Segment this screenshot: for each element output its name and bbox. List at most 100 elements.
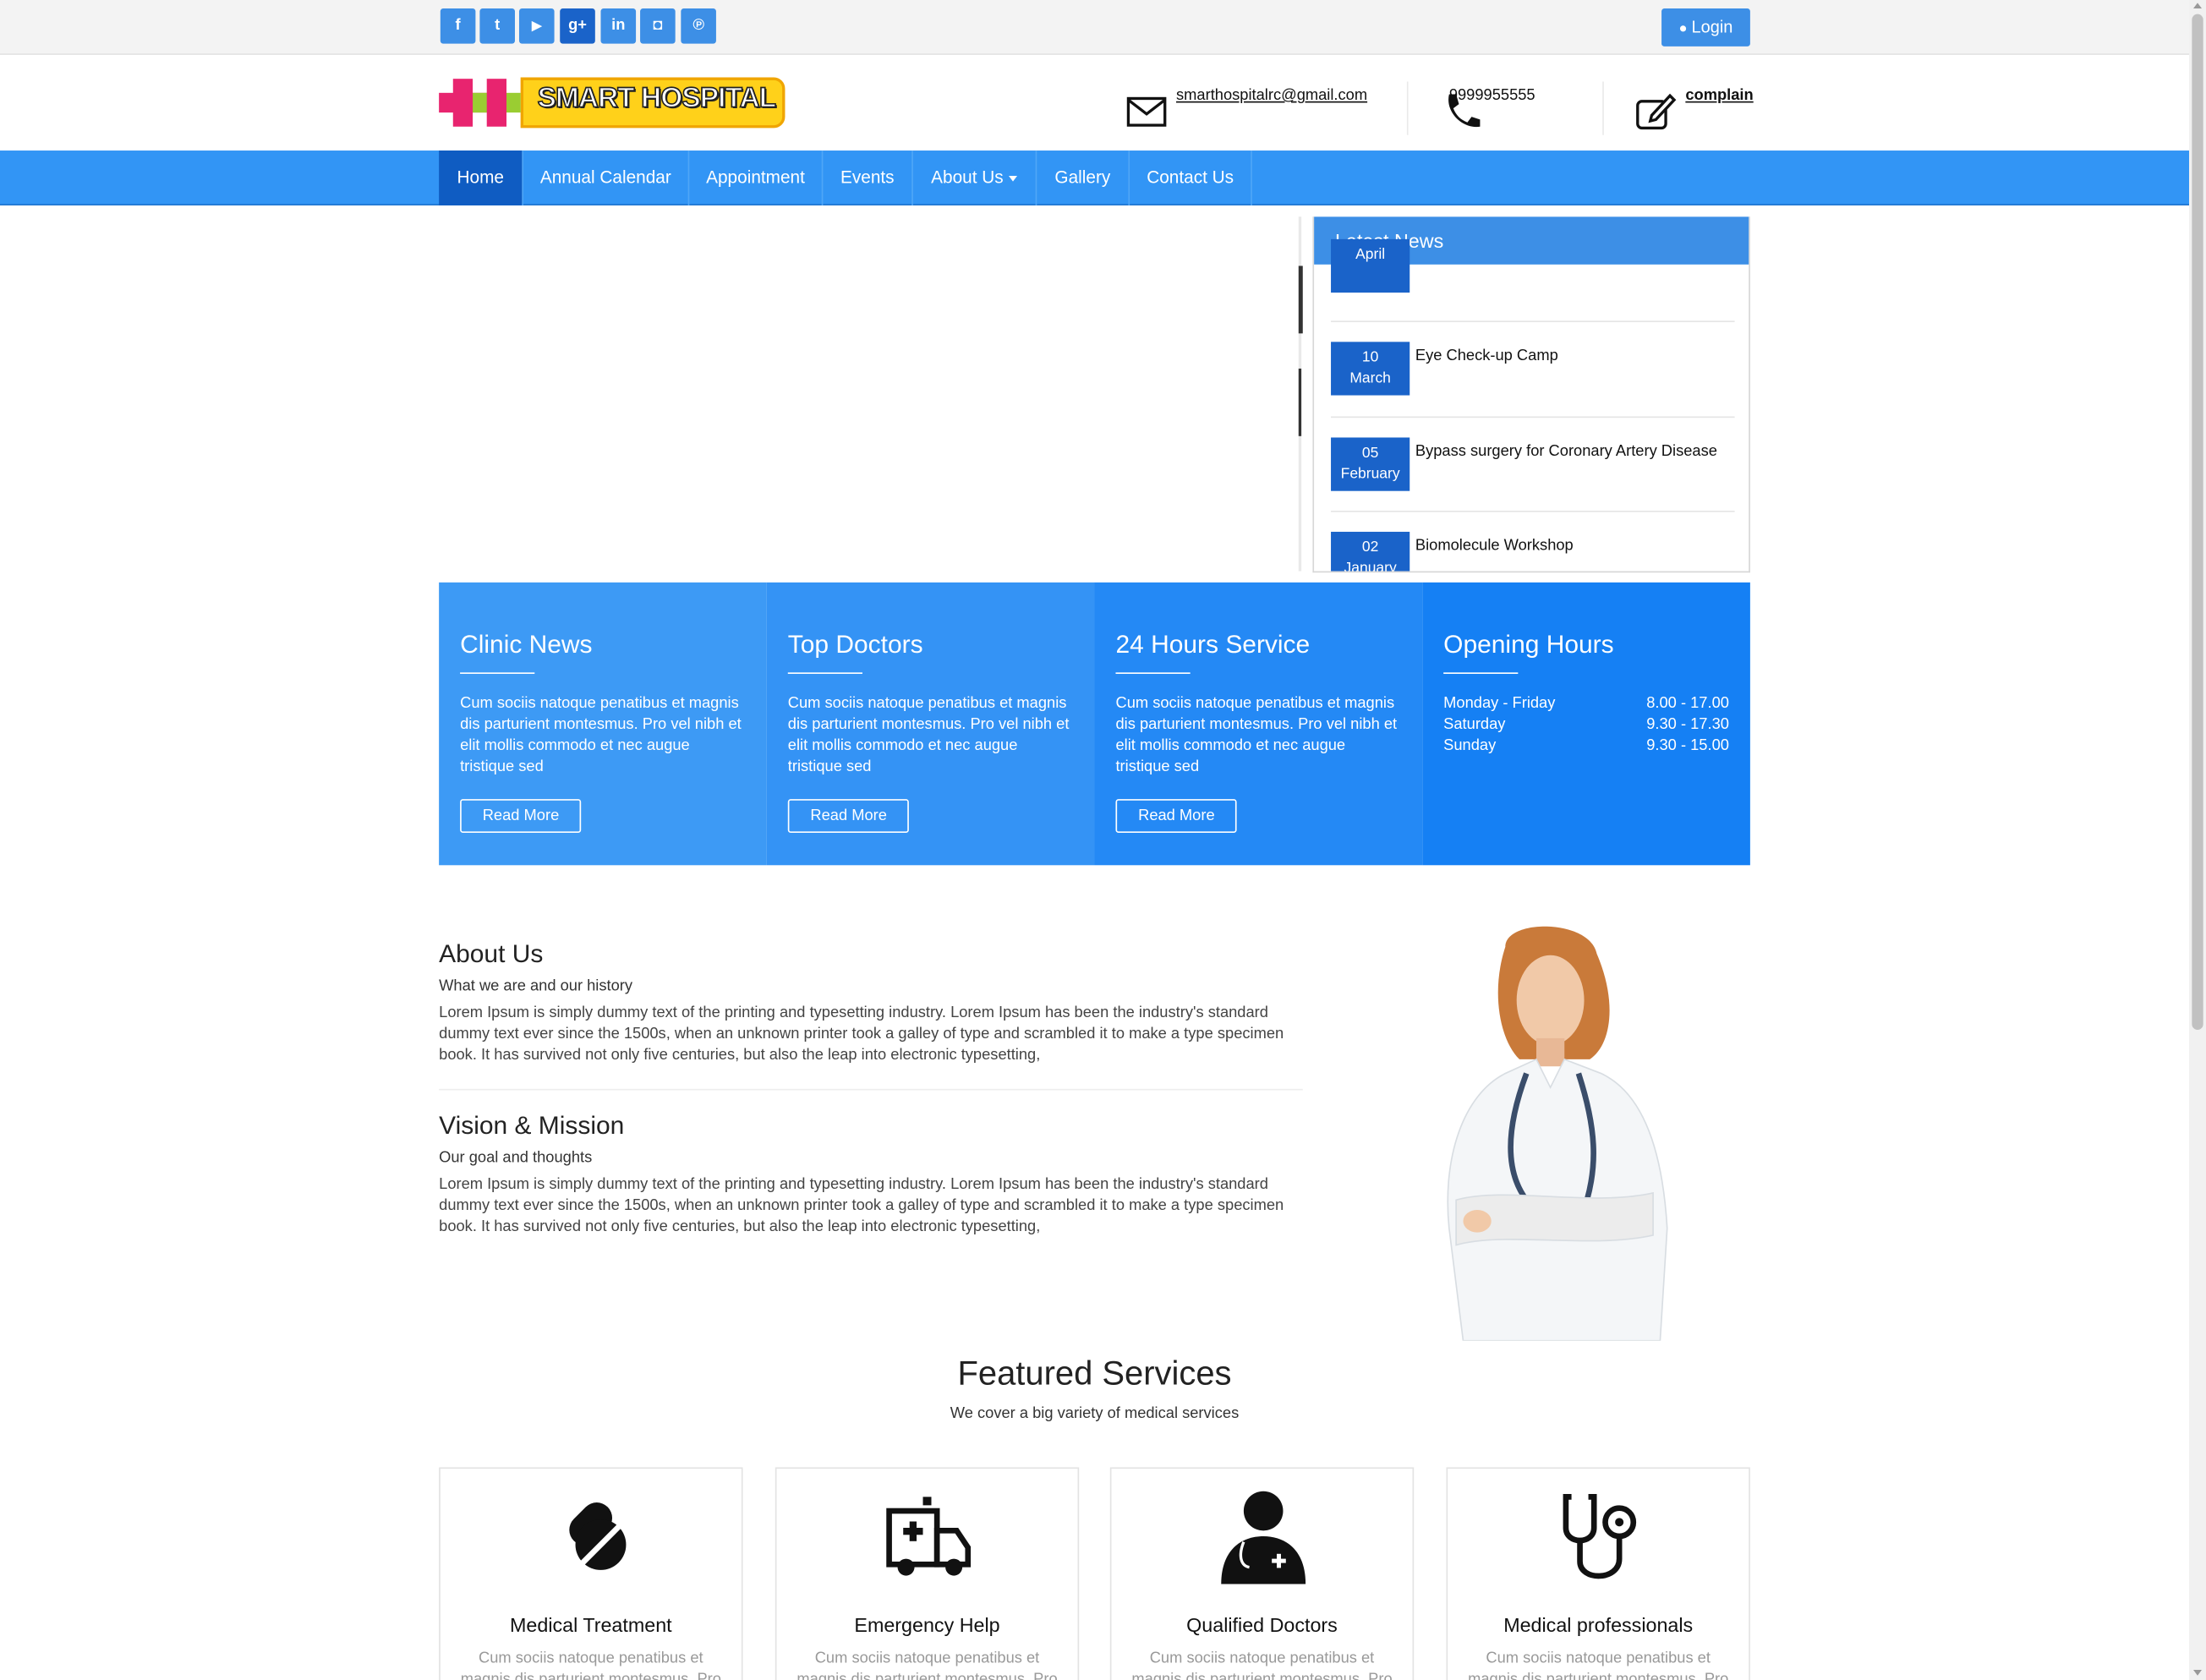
instagram-icon[interactable]: ◘ [640, 8, 676, 44]
featured-title: Featured Services [957, 1354, 1232, 1393]
login-button[interactable]: ● Login [1661, 8, 1750, 47]
service-card[interactable]: Medical Treatment Cum sociis natoque pen… [439, 1467, 743, 1680]
panel-text: Cum sociis natoque penatibus et magnis d… [460, 694, 742, 775]
news-item[interactable]: 02 January Biomolecule Workshop [1331, 531, 1735, 572]
panel-text: Cum sociis natoque penatibus et magnis d… [1115, 694, 1398, 775]
facebook-icon[interactable]: f [440, 8, 476, 44]
panel-top-doctors: Top Doctors Cum sociis natoque penatibus… [766, 582, 1095, 866]
featured-subtitle: We cover a big variety of medical servic… [950, 1405, 1240, 1423]
service-title: Qualified Doctors [1186, 1613, 1338, 1637]
read-more-button[interactable]: Read More [1115, 799, 1238, 834]
mail-icon [1126, 96, 1167, 127]
title-underline [1115, 672, 1191, 675]
service-text: Cum sociis natoque penatibus et magnis d… [1131, 1650, 1393, 1680]
divider [1406, 81, 1409, 135]
news-month: April [1355, 246, 1386, 264]
news-date: April [1331, 238, 1410, 293]
news-month: March [1349, 369, 1391, 387]
read-more-button[interactable]: Read More [460, 799, 582, 834]
news-date: 10 March [1331, 342, 1410, 396]
news-item[interactable]: April [1331, 238, 1735, 293]
news-divider [1331, 320, 1735, 323]
divider [1602, 81, 1604, 135]
service-title: Medical Treatment [510, 1613, 672, 1637]
logo[interactable]: SMART HOSPITAL [439, 74, 786, 131]
hours-list: Monday - Friday 8.00 - 17.00 Saturday 9.30… [1443, 693, 1729, 757]
news-month: February [1340, 465, 1400, 483]
service-text: Cum sociis natoque penatibus et magnis d… [796, 1650, 1058, 1680]
twitter-icon[interactable]: t [479, 8, 515, 44]
nav-events[interactable]: Events [823, 150, 913, 205]
news-divider [1331, 510, 1735, 512]
panel-title: Top Doctors [787, 630, 923, 659]
about-body: Lorem Ipsum is simply dummy text of the … [439, 1004, 1284, 1064]
nav-contact-us[interactable]: Contact Us [1130, 150, 1252, 205]
logo-cross-vertical [452, 79, 473, 127]
service-card[interactable]: Qualified Doctors Cum sociis natoque pen… [1109, 1467, 1415, 1680]
news-date: 05 February [1331, 437, 1410, 491]
nav-home[interactable]: Home [439, 150, 523, 205]
caret-down-icon [1009, 175, 1018, 182]
title-underline [1443, 672, 1519, 675]
user-icon: ● [1678, 20, 1688, 37]
service-card[interactable]: Emergency Help Cum sociis natoque penati… [775, 1467, 1080, 1680]
nav-about-us-label: About Us [931, 167, 1004, 188]
panel-title: Clinic News [460, 630, 593, 659]
section-divider [439, 1088, 1303, 1091]
service-text: Cum sociis natoque penatibus et magnis d… [460, 1650, 721, 1680]
news-title[interactable]: Eye Check-up Camp [1415, 347, 1558, 364]
logo-text: SMART HOSPITAL [537, 82, 777, 114]
panel-24-hours: 24 Hours Service Cum sociis natoque pena… [1094, 582, 1423, 866]
phone-number: 9999955555 [1448, 87, 1535, 105]
pills-icon [569, 1502, 627, 1570]
page: f t ▶ g+ in ◘ ℗ ● Login SMART HOSPITAL sm… [0, 0, 2206, 1680]
email-link[interactable]: smarthospitalrc@gmail.com [1176, 87, 1367, 104]
linkedin-icon[interactable]: in [600, 8, 637, 44]
scrollbar-thumb[interactable] [2192, 14, 2203, 1030]
nav-annual-calendar[interactable]: Annual Calendar [523, 150, 690, 205]
news-item[interactable]: 05 February Bypass surgery for Coronary A… [1331, 437, 1735, 494]
vision-body: Lorem Ipsum is simply dummy text of the … [439, 1176, 1284, 1235]
news-date: 02 January [1331, 531, 1410, 572]
slider-indicator[interactable] [1298, 265, 1303, 334]
edit-icon [1636, 93, 1677, 130]
slider-indicator[interactable] [1298, 368, 1302, 436]
news-title[interactable]: Biomolecule Workshop [1415, 538, 1574, 555]
hours-row: Saturday 9.30 - 17.30 [1443, 714, 1729, 736]
panel-opening-hours: Opening Hours Monday - Friday 8.00 - 17.0… [1422, 582, 1750, 866]
news-item[interactable]: 10 March Eye Check-up Camp [1331, 342, 1735, 398]
doctor-icon [1221, 1491, 1306, 1584]
hours-time: 9.30 - 17.30 [1646, 715, 1729, 733]
stethoscope-icon [1563, 1494, 1637, 1579]
hours-day: Monday - Friday [1443, 694, 1556, 712]
read-more-button[interactable]: Read More [787, 799, 910, 834]
nav-appointment[interactable]: Appointment [689, 150, 824, 205]
news-day: 05 [1361, 444, 1379, 462]
youtube-icon[interactable]: ▶ [518, 8, 555, 44]
nav-about-us[interactable]: About Us [913, 150, 1037, 205]
news-divider [1331, 416, 1735, 419]
vertical-scrollbar[interactable] [2189, 0, 2206, 1680]
panel-clinic-news: Clinic News Cum sociis natoque penatibus… [439, 582, 767, 866]
service-text: Cum sociis natoque penatibus et magnis d… [1468, 1650, 1729, 1680]
pinterest-icon[interactable]: ℗ [681, 8, 716, 44]
hours-row: Sunday 9.30 - 15.00 [1443, 736, 1729, 757]
news-day: 10 [1361, 348, 1379, 366]
logo-cross2-vertical [486, 79, 507, 127]
main-nav: Home Annual Calendar Appointment Events … [0, 150, 2190, 205]
news-day: 02 [1361, 539, 1379, 556]
news-title[interactable]: Bypass surgery for Coronary Artery Disea… [1415, 443, 1717, 460]
service-title: Emergency Help [854, 1613, 1000, 1637]
complain-link[interactable]: complain [1685, 87, 1753, 104]
scroll-up-icon[interactable] [2193, 3, 2203, 8]
scroll-down-icon[interactable] [2193, 1670, 2203, 1676]
ambulance-icon [886, 1497, 972, 1576]
nav-gallery[interactable]: Gallery [1037, 150, 1130, 205]
hours-row: Monday - Friday 8.00 - 17.00 [1443, 693, 1729, 714]
panel-title: 24 Hours Service [1115, 630, 1311, 659]
login-label: Login [1691, 16, 1733, 37]
service-card[interactable]: Medical professionals Cum sociis natoque… [1446, 1467, 1750, 1680]
google-plus-icon[interactable]: g+ [560, 8, 595, 44]
service-title: Medical professionals [1503, 1613, 1694, 1637]
info-panels: Clinic News Cum sociis natoque penatibus… [439, 582, 1750, 866]
